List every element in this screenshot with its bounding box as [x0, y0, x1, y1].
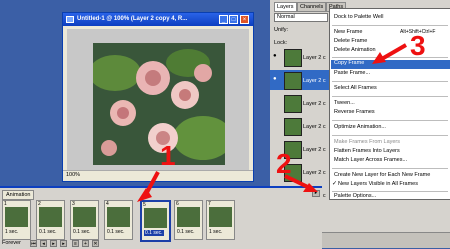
animation-frame[interactable]: 3 0.1 sec. [70, 200, 99, 240]
tab-animation[interactable]: Animation [2, 190, 35, 200]
zoom-level[interactable]: 100% [66, 172, 80, 178]
frame-delay[interactable]: 0.1 sec. [107, 229, 125, 235]
document-titlebar[interactable]: Untitled-1 @ 100% (Layer 2 copy 4, R... … [63, 13, 253, 26]
eye-icon[interactable]: ● [273, 53, 277, 59]
frame-thumbnail [5, 207, 28, 227]
next-frame-icon[interactable]: ▸ [60, 240, 67, 247]
menu-item-new-frame[interactable]: New Frame [334, 29, 362, 35]
layer-thumbnail [284, 118, 302, 136]
layer-name: Layer 2 c [303, 124, 326, 130]
menu-item-make-frames-from-layers: Make Frames From Layers [334, 139, 401, 145]
layer-row[interactable]: Layer 2 c [270, 93, 330, 113]
blend-mode-select[interactable]: Normal [274, 13, 328, 22]
menu-item-select-all-frames[interactable]: Select All Frames [334, 85, 377, 91]
layer-thumbnail [284, 49, 302, 67]
menu-separator [332, 57, 448, 58]
photoshop-doc-icon [66, 16, 74, 23]
animation-frame[interactable]: 4 0.1 sec. [104, 200, 133, 240]
layer-thumbnail [284, 95, 302, 113]
document-status-bar: 100% [63, 170, 253, 181]
frame-delay[interactable]: 0.1 sec. [144, 230, 164, 236]
layer-row[interactable]: Layer 2 c [270, 116, 330, 136]
layer-name: Layer 2 c [303, 147, 326, 153]
frame-delay[interactable]: 1 sec. [209, 229, 222, 235]
document-window: Untitled-1 @ 100% (Layer 2 copy 4, R... … [62, 12, 254, 182]
menu-item-delete-animation[interactable]: Delete Animation [334, 47, 376, 53]
frame-delay[interactable]: 0.1 sec. [177, 229, 195, 235]
loop-select[interactable]: Forever [2, 240, 21, 246]
menu-item-palette-options[interactable]: Palette Options... [334, 193, 376, 199]
tab-layers[interactable]: Layers [274, 2, 297, 12]
document-title: Untitled-1 @ 100% (Layer 2 copy 4, R... [77, 16, 188, 22]
frame-thumbnail [209, 207, 232, 227]
animation-frame[interactable]: 1 1 sec. [2, 200, 31, 240]
menu-item-match-layer[interactable]: Match Layer Across Frames... [334, 157, 407, 163]
delete-frame-icon[interactable]: ✕ [92, 240, 99, 247]
menu-item-paste-frame[interactable]: Paste Frame... [334, 70, 370, 76]
layer-name: Layer 2 c [303, 55, 326, 61]
menu-separator [332, 25, 448, 26]
menu-separator [332, 120, 448, 121]
menu-item-new-layers-visible[interactable]: New Layers Visible in All Frames [338, 181, 418, 187]
menu-separator [332, 168, 448, 169]
menu-separator [332, 135, 448, 136]
layer-name: Layer 2 c [303, 170, 326, 176]
frame-thumbnail [144, 208, 167, 228]
minimize-icon[interactable]: _ [219, 15, 228, 24]
animation-frame[interactable]: 2 0.1 sec. [36, 200, 65, 240]
menu-item-tween[interactable]: Tween... [334, 100, 355, 106]
new-frame-icon[interactable]: + [82, 240, 89, 247]
annotation-number-1: 1 [160, 140, 176, 171]
tab-channels[interactable]: Channels [297, 2, 327, 12]
annotation-number-2: 2 [276, 148, 292, 179]
layer-row[interactable]: ● Layer 2 c [270, 47, 330, 67]
menu-item-optimize-animation[interactable]: Optimize Animation... [334, 124, 386, 130]
flower-photo [89, 43, 233, 165]
first-frame-icon[interactable]: ⏮ [30, 240, 37, 247]
lock-label: Lock: [274, 40, 288, 46]
frame-thumbnail [73, 207, 96, 227]
canvas-area[interactable] [67, 29, 249, 171]
frame-thumbnail [177, 207, 200, 227]
frame-delay[interactable]: 1 sec. [5, 229, 18, 235]
previous-frame-icon[interactable]: ◂ [40, 240, 47, 247]
menu-item-create-new-layer[interactable]: Create New Layer for Each New Frame [334, 172, 430, 178]
animation-panel: Animation ▸ 1 1 sec. 2 0.1 sec. 3 0.1 se… [0, 186, 322, 249]
animation-frame[interactable]: 6 0.1 sec. [174, 200, 203, 240]
unify-label: Unify: [274, 27, 289, 33]
animation-palette-menu: Dock to Palette Well New Frame Delete Fr… [329, 8, 450, 200]
tween-icon[interactable]: ≡ [72, 240, 79, 247]
eye-icon[interactable]: ● [273, 76, 277, 82]
menu-separator [332, 191, 448, 192]
close-icon[interactable]: × [240, 15, 249, 24]
layer-row[interactable]: ● Layer 2 c [270, 70, 330, 90]
layer-name: Layer 2 c [303, 101, 326, 107]
frame-delay[interactable]: 0.1 sec. [39, 229, 57, 235]
menu-item-dock-to-palette-well[interactable]: Dock to Palette Well [334, 14, 383, 20]
frame-thumbnail [39, 207, 62, 227]
frame-delay[interactable]: 0.1 sec. [73, 229, 91, 235]
animation-frame[interactable]: 7 1 sec. [206, 200, 235, 240]
frame-thumbnail [107, 207, 130, 227]
menu-separator [332, 81, 448, 82]
menu-item-copy-frame[interactable]: Copy Frame [331, 60, 450, 69]
menu-separator [332, 96, 448, 97]
play-icon[interactable]: ▸ [50, 240, 57, 247]
flower-image-svg [89, 43, 233, 165]
menu-item-delete-frame[interactable]: Delete Frame [334, 38, 367, 44]
layer-thumbnail [284, 72, 302, 90]
menu-item-flatten-frames[interactable]: Flatten Frames Into Layers [334, 148, 400, 154]
layer-name: Layer 2 c [303, 78, 326, 84]
annotation-number-3: 3 [410, 30, 426, 61]
maximize-icon[interactable]: □ [229, 15, 238, 24]
palette-menu-arrow-icon[interactable]: ▸ [312, 190, 320, 197]
animation-frame-selected[interactable]: 5 0.1 sec. [140, 200, 171, 242]
menu-item-reverse-frames[interactable]: Reverse Frames [334, 109, 375, 115]
checkmark-icon: ✓ [332, 181, 338, 187]
